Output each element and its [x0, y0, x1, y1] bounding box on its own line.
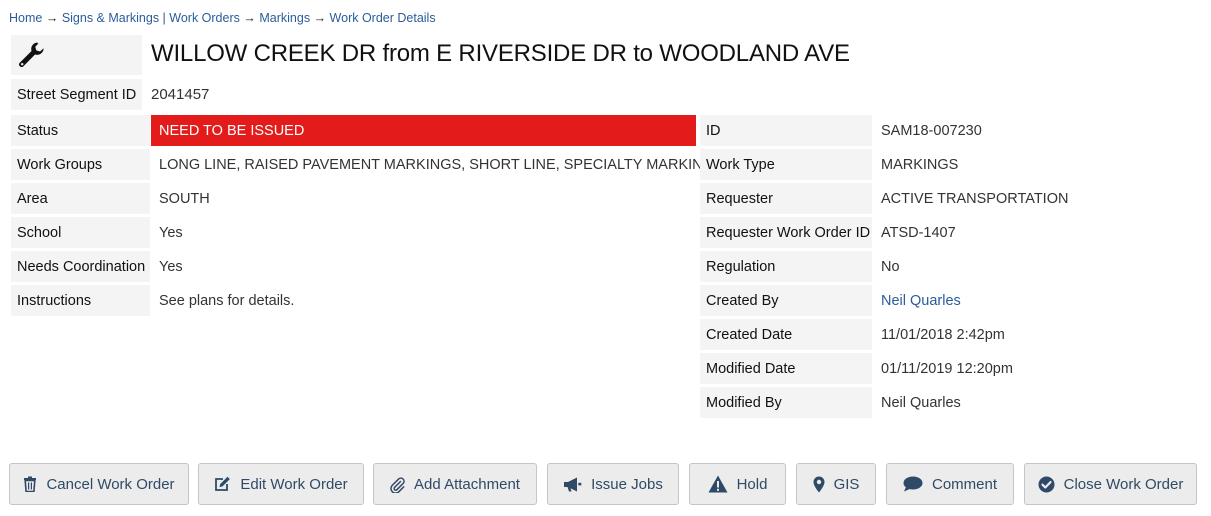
area-label: Area	[11, 183, 150, 214]
hold-label: Hold	[736, 475, 768, 493]
work-groups-label: Work Groups	[11, 149, 150, 180]
cancel-work-order-label: Cancel Work Order	[46, 475, 175, 493]
needs-coordination-label: Needs Coordination	[11, 251, 150, 282]
regulation-label: Regulation	[700, 251, 872, 282]
trash-icon	[23, 476, 37, 492]
issue-jobs-button[interactable]: Issue Jobs	[547, 463, 679, 505]
requester-value: ACTIVE TRANSPORTATION	[881, 190, 1069, 207]
close-work-order-label: Close Work Order	[1063, 475, 1184, 493]
instructions-value: See plans for details.	[159, 292, 295, 309]
needs-coordination-value: Yes	[159, 258, 183, 275]
comment-button[interactable]: Comment	[886, 463, 1014, 505]
gis-button[interactable]: GIS	[796, 463, 876, 505]
work-groups-value: LONG LINE, RAISED PAVEMENT MARKINGS, SHO…	[159, 156, 724, 173]
status-badge: NEED TO BE ISSUED	[151, 115, 696, 146]
requester-work-order-id-label: Requester Work Order ID	[700, 217, 872, 248]
work-type-label: Work Type	[700, 149, 872, 180]
modified-date-value: 01/11/2019 12:20pm	[881, 360, 1013, 377]
modified-date-label: Modified Date	[700, 353, 872, 384]
breadcrumb: Home → Signs & Markings | Work Orders → …	[9, 11, 436, 25]
status-label: Status	[11, 115, 150, 146]
breadcrumb-work-orders-link[interactable]: Signs & Markings | Work Orders	[62, 11, 240, 25]
breadcrumb-arrow: →	[45, 11, 59, 25]
requester-label: Requester	[700, 183, 872, 214]
edit-work-order-button[interactable]: Edit Work Order	[198, 463, 364, 505]
comment-icon	[903, 476, 923, 492]
edit-icon	[214, 476, 231, 492]
add-attachment-button[interactable]: Add Attachment	[373, 463, 537, 505]
work-type-value: MARKINGS	[881, 156, 959, 173]
area-value: SOUTH	[159, 190, 210, 207]
check-circle-icon	[1038, 476, 1055, 493]
street-segment-value: 2041457	[151, 86, 210, 103]
edit-work-order-label: Edit Work Order	[240, 475, 348, 493]
created-date-label: Created Date	[700, 319, 872, 350]
created-by-link[interactable]: Neil Quarles	[873, 285, 1193, 316]
breadcrumb-home-link[interactable]: Home	[9, 11, 42, 25]
close-work-order-button[interactable]: Close Work Order	[1024, 463, 1197, 505]
warning-icon	[708, 475, 728, 493]
breadcrumb-markings-link[interactable]: Markings	[259, 11, 310, 25]
page-title: WILLOW CREEK DR from E RIVERSIDE DR to W…	[151, 40, 850, 67]
header-icon-cell	[11, 35, 142, 75]
wrench-icon	[19, 42, 44, 68]
cancel-work-order-button[interactable]: Cancel Work Order	[9, 463, 189, 505]
gis-label: GIS	[833, 475, 860, 493]
breadcrumb-arrow: →	[243, 11, 256, 25]
id-value: SAM18-007230	[881, 122, 982, 139]
requester-work-order-id-value: ATSD-1407	[881, 224, 956, 241]
created-by-label: Created By	[700, 285, 872, 316]
hold-button[interactable]: Hold	[689, 463, 786, 505]
school-label: School	[11, 217, 150, 248]
modified-by-label: Modified By	[700, 387, 872, 418]
breadcrumb-arrow: →	[313, 11, 327, 25]
instructions-label: Instructions	[11, 285, 150, 316]
created-date-value: 11/01/2018 2:42pm	[881, 326, 1005, 343]
megaphone-icon	[563, 477, 582, 492]
comment-label: Comment	[931, 475, 998, 493]
breadcrumb-details-link[interactable]: Work Order Details	[330, 11, 436, 25]
id-label: ID	[700, 115, 872, 146]
regulation-value: No	[881, 258, 900, 275]
map-marker-icon	[813, 476, 825, 493]
street-segment-label: Street Segment ID	[11, 79, 142, 110]
modified-by-value: Neil Quarles	[881, 394, 961, 411]
school-value: Yes	[159, 224, 183, 241]
issue-jobs-label: Issue Jobs	[591, 475, 663, 493]
add-attachment-label: Add Attachment	[414, 475, 520, 493]
paperclip-icon	[390, 476, 405, 493]
